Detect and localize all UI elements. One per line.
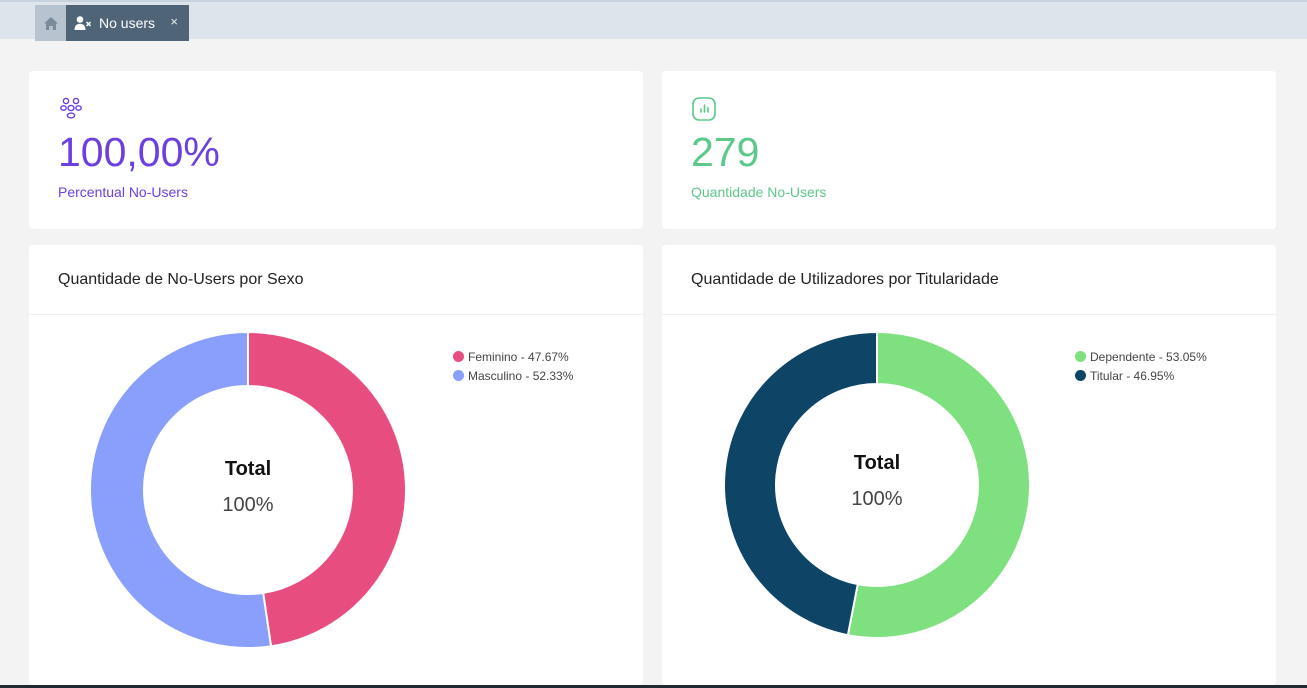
tab-home[interactable] — [35, 5, 66, 41]
legend-label: Feminino - 47.67% — [468, 349, 569, 364]
donut-slice-feminino[interactable] — [247, 330, 407, 648]
users-group-icon — [58, 96, 84, 122]
donut-chart: Total 100% — [723, 330, 1031, 639]
donut-slice-masculino[interactable] — [89, 330, 273, 649]
stat-label: Quantidade No-Users — [691, 184, 827, 200]
chart-card-sexo: Quantidade de No-Users por Sexo Total 100… — [29, 245, 643, 685]
donut-center-value: 100% — [851, 488, 902, 510]
tab-no-users[interactable]: No users × — [66, 5, 189, 41]
legend-item-dependente[interactable]: Dependente - 53.05% — [1075, 347, 1207, 366]
legend-label: Titular - 46.95% — [1090, 368, 1175, 383]
donut-center-title: Total — [854, 452, 900, 474]
chart-square-icon — [691, 96, 717, 122]
legend-label: Dependente - 53.05% — [1090, 349, 1207, 364]
donut-chart: Total 100% — [89, 330, 407, 649]
divider — [662, 314, 1276, 315]
stat-card-quantidade: 279 Quantidade No-Users — [662, 71, 1276, 229]
tab-close-button[interactable]: × — [170, 15, 178, 29]
donut-center-title: Total — [225, 458, 271, 480]
legend-marker — [453, 370, 464, 381]
legend-marker — [1075, 370, 1086, 381]
user-x-icon — [74, 15, 92, 31]
chart-legend: Dependente - 53.05% Titular - 46.95% — [1075, 347, 1207, 385]
legend-item-titular[interactable]: Titular - 46.95% — [1075, 366, 1207, 385]
legend-item-feminino[interactable]: Feminino - 47.67% — [453, 347, 573, 366]
stat-value: 100,00% — [58, 129, 220, 175]
chart-legend: Feminino - 47.67% Masculino - 52.33% — [453, 347, 573, 385]
legend-marker — [1075, 351, 1086, 362]
legend-label: Masculino - 52.33% — [468, 368, 574, 383]
home-icon — [43, 16, 58, 30]
legend-marker — [453, 351, 464, 362]
tab-bar: No users × — [0, 0, 1307, 41]
divider — [29, 314, 643, 315]
chart-card-titularidade: Quantidade de Utilizadores por Titularid… — [662, 245, 1276, 685]
stat-label: Percentual No-Users — [58, 184, 188, 200]
donut-center-value: 100% — [222, 494, 273, 516]
stat-card-percentual: 100,00% Percentual No-Users — [29, 71, 643, 229]
tab-label: No users — [99, 15, 156, 31]
stat-value: 279 — [691, 129, 760, 175]
donut-slice-titular[interactable] — [723, 330, 878, 637]
chart-title: Quantidade de Utilizadores por Titularid… — [691, 271, 999, 288]
chart-title: Quantidade de No-Users por Sexo — [58, 271, 304, 288]
legend-item-masculino[interactable]: Masculino - 52.33% — [453, 366, 573, 385]
